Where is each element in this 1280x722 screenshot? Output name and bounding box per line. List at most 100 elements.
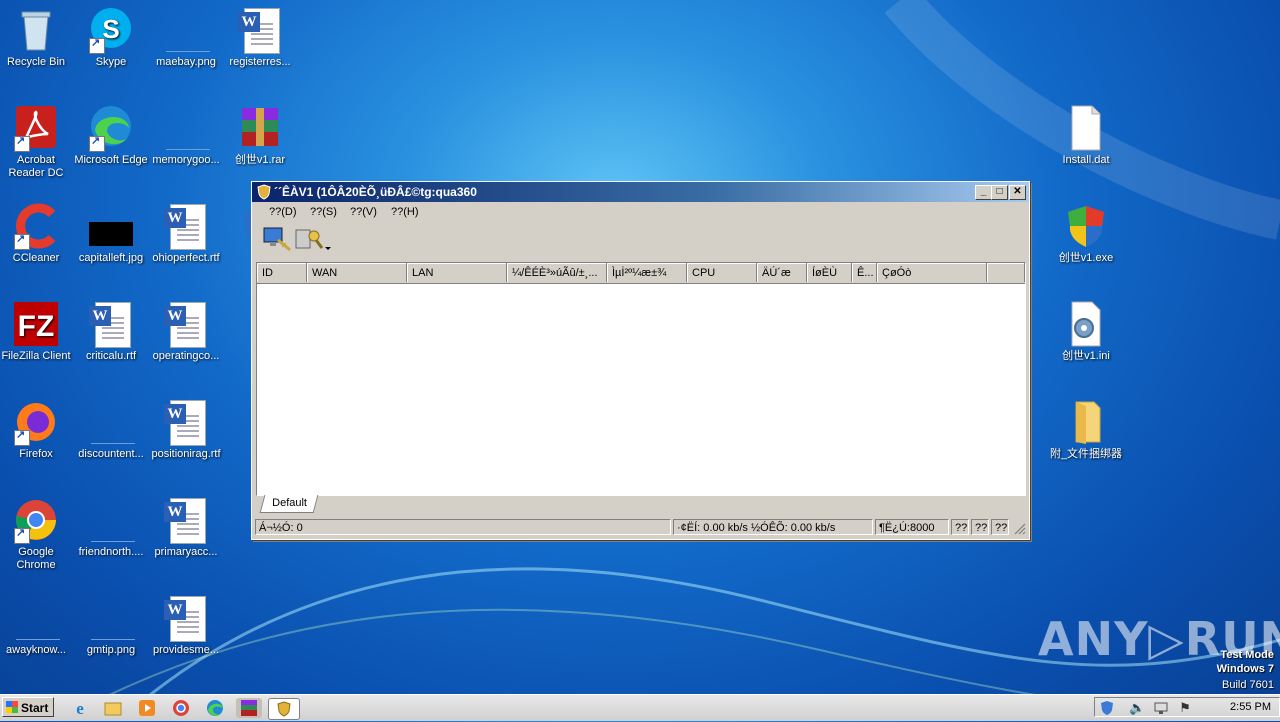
shortcut-arrow-icon — [89, 135, 105, 152]
desktop-icon-filezilla[interactable]: FZ FileZilla Client — [0, 300, 74, 363]
edge-icon — [87, 104, 135, 152]
status-connections: Á¬½Ó: 0 — [255, 519, 671, 535]
test-mode-label: Test Mode — [1220, 649, 1274, 661]
shortcut-arrow-icon — [14, 429, 30, 446]
toolbar-computer-button[interactable] — [262, 226, 292, 252]
desktop-icon-gmtip[interactable]: gmtip.png — [73, 594, 149, 657]
app-window[interactable]: ´´ÊÀV1 (1ÔÂ20ÈÕ¸üÐÂ£©tg:qua360 _ □ ✕ ??(… — [251, 181, 1030, 540]
desktop-icon-primaryacc[interactable]: W primaryacc... — [148, 496, 224, 559]
desktop-icon-operatingco[interactable]: W operatingco... — [148, 300, 224, 363]
taskbar-media-player-icon[interactable] — [137, 698, 157, 718]
menu-item-d[interactable]: ??(D) — [269, 206, 297, 218]
desktop-icon-install-dat[interactable]: Install.dat — [1048, 104, 1124, 167]
status-field-1: ?? — [951, 519, 969, 535]
folder-icon — [1062, 398, 1110, 446]
client-list[interactable]: ID WAN LAN ¼/ÊÉÈ³»úÃû/±¸... Ìµİ²º¼æ±¾ CP… — [256, 262, 1026, 496]
desktop-icon-label: registerres... — [229, 56, 291, 68]
network-icon[interactable] — [1153, 700, 1169, 716]
desktop-icon-memorygoo[interactable]: memorygoo... — [148, 104, 224, 167]
action-center-flag-icon[interactable]: ⚑ — [1177, 700, 1193, 716]
resize-grip-icon[interactable] — [1014, 523, 1026, 535]
desktop-icon-awayknow[interactable]: awayknow... — [0, 594, 74, 657]
status-field-2: ?? — [971, 519, 989, 535]
taskbar-app-window-button[interactable] — [268, 698, 300, 720]
desktop-icon-positionirag[interactable]: W positionirag.rtf — [148, 398, 224, 461]
desktop-icon-folder[interactable]: 附_文件捆绑器 — [1048, 398, 1124, 461]
desktop-icon-label: Recycle Bin — [6, 56, 66, 68]
tray-shield-icon[interactable] — [1099, 700, 1115, 716]
taskbar-explorer-icon[interactable] — [103, 698, 123, 718]
menu-item-s[interactable]: ??(S) — [310, 206, 337, 218]
desktop-icon-chrome[interactable]: Google Chrome — [0, 496, 74, 572]
image-file-icon — [87, 594, 135, 642]
desktop-icon-skype[interactable]: S Skype — [73, 6, 149, 69]
system-tray: 🔈 ⚑ 2:55 PM — [1094, 697, 1280, 717]
computer-icon — [263, 227, 291, 252]
word-doc-icon: W — [162, 202, 210, 250]
desktop-icon-ini[interactable]: 创世v1.ini — [1048, 300, 1124, 363]
app-shield-icon — [257, 184, 271, 200]
column-header[interactable]: WAN — [307, 263, 407, 282]
start-button[interactable]: Start — [2, 697, 54, 717]
toolbar-key-button[interactable] — [294, 226, 334, 252]
column-header[interactable]: Ê... — [852, 263, 877, 282]
filezilla-icon: FZ — [12, 300, 60, 348]
desktop-icon-ccleaner[interactable]: CCleaner — [0, 202, 74, 265]
word-doc-icon: W — [236, 6, 284, 54]
taskbar-ie-icon[interactable]: e — [70, 698, 90, 718]
desktop-icon-providesme[interactable]: W providesme... — [148, 594, 224, 657]
desktop-icon-maebay[interactable]: maebay.png — [148, 6, 224, 69]
acrobat-icon — [12, 104, 60, 152]
column-header[interactable]: ÍøÈÙ — [807, 263, 852, 282]
desktop-icon-friendnorth[interactable]: friendnorth.... — [73, 496, 149, 559]
desktop-icon-label: operatingco... — [152, 350, 220, 362]
desktop-icon-label: discountent... — [78, 448, 144, 460]
desktop-icon-acrobat[interactable]: Acrobat Reader DC — [0, 104, 74, 180]
window-titlebar[interactable]: ´´ÊÀV1 (1ÔÂ20ÈÕ¸üÐÂ£©tg:qua360 _ □ ✕ — [252, 182, 1029, 202]
menu-item-v[interactable]: ??(V) — [350, 206, 377, 218]
desktop-icon-label: 创世v1.ini — [1062, 350, 1110, 362]
desktop-icon-criticalu[interactable]: W criticalu.rtf — [73, 300, 149, 363]
column-header[interactable]: Ìµİ²º¼æ±¾ — [607, 263, 687, 282]
shortcut-arrow-icon — [89, 37, 105, 54]
column-header[interactable]: ¼/ÊÉÈ³»úÃû/±¸... — [507, 263, 607, 282]
menu-item-h[interactable]: ??(H) — [391, 206, 419, 218]
desktop-icon-label: Firefox — [19, 448, 53, 460]
desktop-icon-rar[interactable]: 创世v1.rar — [222, 104, 298, 167]
desktop-icon-registerres[interactable]: W registerres... — [222, 6, 298, 69]
skype-icon: S — [87, 6, 135, 54]
desktop-icon-exe[interactable]: 创世v1.exe — [1048, 202, 1124, 265]
taskbar-edge-icon[interactable] — [205, 698, 225, 718]
tab-default[interactable]: Default — [259, 495, 319, 513]
status-bar: Á¬½Ó: 0 ·¢ËÍ: 0.00 kb/s ½ÓÊÕ: 0.00 kb/s … — [252, 517, 1027, 537]
firefox-icon — [12, 398, 60, 446]
desktop-icon-ohioperfect[interactable]: W ohioperfect.rtf — [148, 202, 224, 265]
recycle-bin-icon — [12, 6, 60, 54]
desktop-icon-label: memorygoo... — [152, 154, 220, 166]
volume-icon[interactable]: 🔈 — [1129, 700, 1145, 716]
desktop-icon-label: 创世v1.exe — [1058, 252, 1114, 264]
column-header[interactable]: LAN — [407, 263, 507, 282]
column-header[interactable]: CPU — [687, 263, 757, 282]
desktop-icon-discountent[interactable]: discountent... — [73, 398, 149, 461]
word-doc-icon: W — [162, 300, 210, 348]
window-title: ´´ÊÀV1 (1ÔÂ20ÈÕ¸üÐÂ£©tg:qua360 — [274, 185, 477, 199]
taskbar-chrome-icon[interactable] — [171, 698, 191, 718]
desktop-icon-label: Install.dat — [1062, 154, 1110, 166]
image-file-icon — [87, 496, 135, 544]
minimize-button[interactable]: _ — [975, 185, 992, 200]
desktop-icon-edge[interactable]: Microsoft Edge — [73, 104, 149, 167]
taskbar-winrar-icon[interactable] — [236, 698, 262, 718]
desktop-icon-firefox[interactable]: Firefox — [0, 398, 74, 461]
taskbar-clock[interactable]: 2:55 PM — [1230, 701, 1271, 713]
desktop-icon-capitalleft[interactable]: capitalleft.jpg — [73, 202, 149, 265]
column-header[interactable]: ÄÚ´æ — [757, 263, 807, 282]
word-doc-icon: W — [162, 496, 210, 544]
status-port: ¶Ë¿Ú:8000 — [875, 519, 949, 535]
column-header[interactable]: ÇøÓò — [877, 263, 987, 282]
desktop-icon-recycle-bin[interactable]: Recycle Bin — [0, 6, 74, 69]
desktop-icon-label: primaryacc... — [154, 546, 218, 558]
close-button[interactable]: ✕ — [1009, 185, 1026, 200]
maximize-button[interactable]: □ — [991, 185, 1008, 200]
column-header[interactable]: ID — [257, 263, 307, 282]
